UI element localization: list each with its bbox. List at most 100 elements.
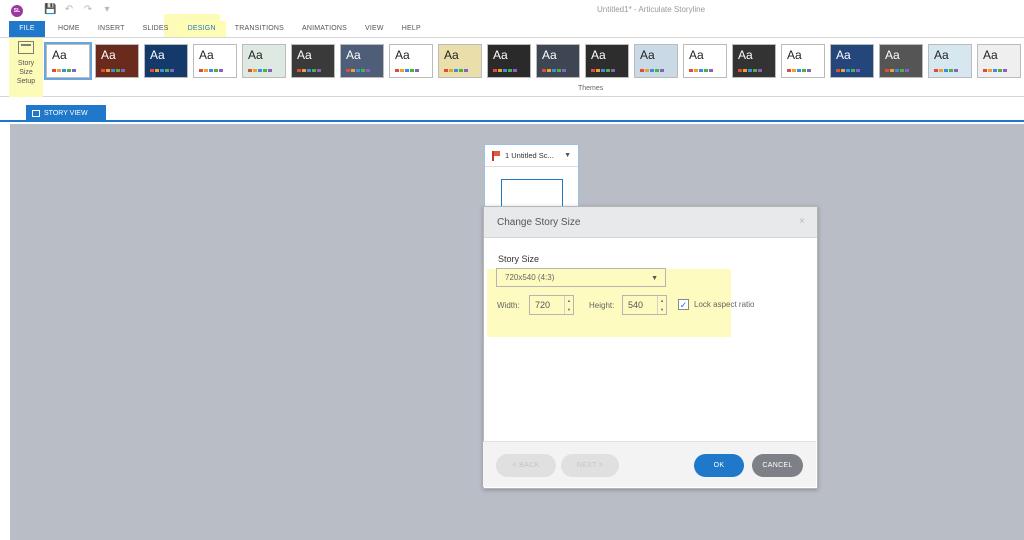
scene-menu-chevron-icon[interactable]: ▼	[564, 145, 571, 167]
tab-view[interactable]: VIEW	[356, 21, 393, 37]
dialog-footer: < BACK NEXT > OK CANCEL	[483, 441, 816, 487]
tab-home[interactable]: HOME	[49, 21, 89, 37]
theme-color-swatches	[248, 69, 272, 72]
view-tab-bar: STORY VIEW	[0, 97, 1024, 122]
theme-sample-text: Aa	[101, 48, 116, 62]
story-view-tab[interactable]: STORY VIEW	[26, 105, 106, 122]
width-label: Width:	[497, 301, 520, 310]
theme-sample-text: Aa	[493, 48, 508, 62]
height-value: 540	[628, 300, 644, 310]
height-label: Height:	[589, 301, 615, 310]
theme-thumbnail[interactable]: Aa	[536, 44, 580, 78]
theme-sample-text: Aa	[934, 48, 949, 62]
theme-thumbnail[interactable]: Aa	[389, 44, 433, 78]
theme-thumbnail[interactable]: Aa	[340, 44, 384, 78]
story-size-setup-button[interactable]: Story Size Setup	[9, 38, 43, 97]
scene-card[interactable]: 1 Untitled Sc... ▼	[484, 144, 579, 209]
story-size-select[interactable]: 720x540 (4:3) ▼	[496, 268, 666, 287]
tab-slides[interactable]: SLIDES	[134, 21, 178, 37]
start-flag-icon	[492, 151, 500, 161]
slide-thumbnail[interactable]	[501, 179, 563, 209]
cancel-button[interactable]: CANCEL	[752, 454, 803, 477]
story-size-label-2: Size	[19, 69, 33, 76]
theme-thumbnail[interactable]: Aa	[634, 44, 678, 78]
theme-thumbnail[interactable]: Aa	[879, 44, 923, 78]
theme-color-swatches	[591, 69, 615, 72]
chevron-down-icon: ▼	[651, 275, 658, 282]
story-size-label-1: Story	[17, 60, 35, 67]
lock-aspect-ratio-label: Lock aspect ratio	[694, 300, 755, 309]
theme-color-swatches	[346, 69, 370, 72]
theme-thumbnail[interactable]: Aa	[928, 44, 972, 78]
theme-thumbnail[interactable]: Aa	[781, 44, 825, 78]
theme-color-swatches	[836, 69, 860, 72]
themes-group-label: Themes	[578, 85, 604, 92]
theme-thumbnail[interactable]: Aa	[193, 44, 237, 78]
theme-color-swatches	[542, 69, 566, 72]
theme-sample-text: Aa	[983, 48, 998, 62]
theme-thumbnail[interactable]: Aa	[683, 44, 727, 78]
next-button[interactable]: NEXT >	[561, 454, 619, 477]
theme-sample-text: Aa	[689, 48, 704, 62]
lock-aspect-ratio-checkbox[interactable]: ✓	[678, 299, 689, 310]
width-stepper[interactable]: 720 ▲ ▼	[529, 295, 574, 315]
theme-thumbnail[interactable]: Aa	[438, 44, 482, 78]
theme-sample-text: Aa	[787, 48, 802, 62]
theme-color-swatches	[787, 69, 811, 72]
tab-file[interactable]: FILE	[9, 21, 45, 37]
theme-thumbnail[interactable]: Aa	[44, 42, 92, 80]
theme-thumbnail[interactable]: Aa	[291, 44, 335, 78]
ok-button[interactable]: OK	[694, 454, 744, 477]
theme-color-swatches	[101, 69, 125, 72]
theme-color-swatches	[983, 69, 1007, 72]
theme-color-swatches	[395, 69, 419, 72]
theme-color-swatches	[934, 69, 958, 72]
tab-help[interactable]: HELP	[393, 21, 430, 37]
theme-sample-text: Aa	[395, 48, 410, 62]
height-spin-arrows-icon[interactable]: ▲ ▼	[657, 296, 666, 314]
theme-sample-text: Aa	[640, 48, 655, 62]
theme-thumbnail[interactable]: Aa	[732, 44, 776, 78]
title-bar: SL 💾 ↶ ↷ ▾ Untitled1* - Articulate Story…	[0, 0, 1024, 20]
customize-icon[interactable]: ▾	[101, 4, 113, 16]
redo-icon[interactable]: ↷	[82, 4, 94, 16]
theme-sample-text: Aa	[542, 48, 557, 62]
theme-thumbnail[interactable]: Aa	[830, 44, 874, 78]
theme-thumbnail[interactable]: Aa	[144, 44, 188, 78]
tab-insert[interactable]: INSERT	[89, 21, 134, 37]
theme-thumbnail[interactable]: Aa	[585, 44, 629, 78]
back-button[interactable]: < BACK	[496, 454, 556, 477]
theme-sample-text: Aa	[346, 48, 361, 62]
theme-color-swatches	[52, 69, 76, 72]
undo-icon[interactable]: ↶	[63, 4, 75, 16]
story-size-select-value: 720x540 (4:3)	[505, 273, 555, 282]
scene-title: 1 Untitled Sc...	[505, 151, 554, 160]
theme-sample-text: Aa	[248, 48, 263, 62]
theme-thumbnail[interactable]: Aa	[487, 44, 531, 78]
width-spin-arrows-icon[interactable]: ▲ ▼	[564, 296, 573, 314]
theme-thumbnail[interactable]: Aa	[977, 44, 1021, 78]
tab-design[interactable]: DESIGN	[177, 21, 226, 37]
theme-thumbnail[interactable]: Aa	[95, 44, 139, 78]
story-view-label: STORY VIEW	[44, 110, 88, 117]
story-size-icon	[18, 41, 34, 54]
theme-color-swatches	[150, 69, 174, 72]
ribbon-tabs: FILE HOME INSERT SLIDES DESIGN TRANSITIO…	[0, 21, 430, 37]
theme-thumbnail[interactable]: Aa	[242, 44, 286, 78]
tab-animations[interactable]: ANIMATIONS	[293, 21, 356, 37]
theme-color-swatches	[885, 69, 909, 72]
theme-color-swatches	[297, 69, 321, 72]
save-icon[interactable]: 💾	[44, 4, 56, 16]
theme-color-swatches	[738, 69, 762, 72]
theme-sample-text: Aa	[52, 48, 67, 62]
scene-header[interactable]: 1 Untitled Sc... ▼	[485, 145, 578, 167]
storyline-logo-icon: SL	[11, 5, 23, 17]
story-view-icon	[32, 110, 40, 117]
theme-sample-text: Aa	[444, 48, 459, 62]
height-stepper[interactable]: 540 ▲ ▼	[622, 295, 667, 315]
tab-transitions[interactable]: TRANSITIONS	[226, 21, 293, 37]
theme-sample-text: Aa	[836, 48, 851, 62]
theme-color-swatches	[640, 69, 664, 72]
theme-color-swatches	[689, 69, 713, 72]
theme-color-swatches	[444, 69, 468, 72]
